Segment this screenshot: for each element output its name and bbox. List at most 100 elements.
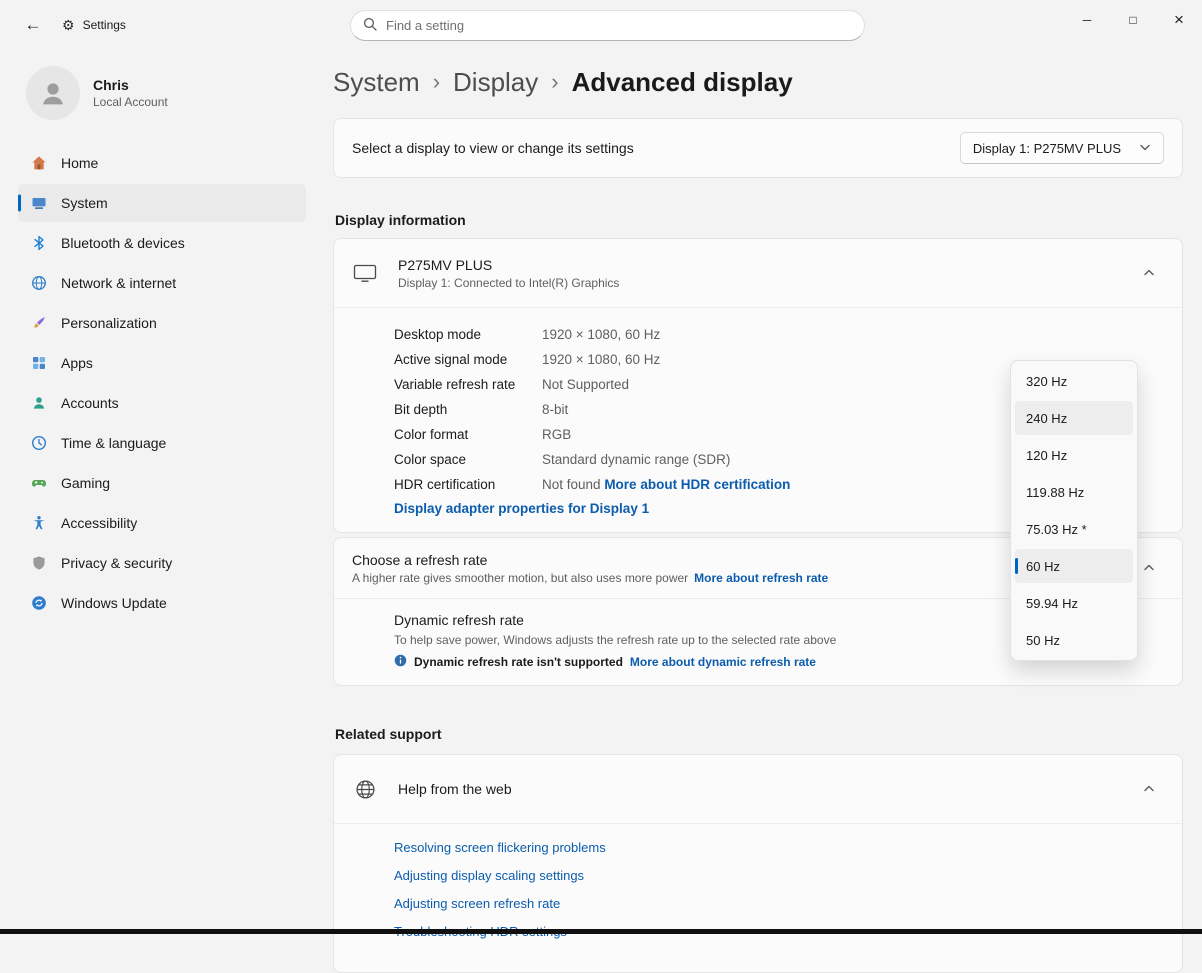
- search-box[interactable]: [350, 10, 865, 41]
- chevron-right-icon: ›: [551, 64, 558, 100]
- refresh-rate-option-59-94hz[interactable]: 59.94 Hz: [1015, 586, 1133, 620]
- sidebar-item-label: Apps: [61, 355, 93, 371]
- search-input[interactable]: [386, 18, 852, 33]
- breadcrumb-display[interactable]: Display: [453, 64, 538, 100]
- window-controls: ─ □ ×: [1064, 0, 1202, 40]
- breadcrumb: System › Display › Advanced display: [333, 64, 1183, 100]
- more-about-refresh-rate-link[interactable]: More about refresh rate: [694, 571, 828, 585]
- profile-account-type: Local Account: [93, 95, 168, 109]
- help-link-screen-refresh-rate[interactable]: Adjusting screen refresh rate: [394, 896, 1164, 911]
- refresh-rate-text: Choose a refresh rate A higher rate give…: [352, 552, 828, 585]
- sidebar-item-windows-update[interactable]: Windows Update: [18, 584, 306, 622]
- chevron-right-icon: ›: [433, 64, 440, 100]
- avatar: [26, 66, 80, 120]
- display-selector-dropdown[interactable]: Display 1: P275MV PLUS: [960, 132, 1164, 164]
- display-selector-value: Display 1: P275MV PLUS: [973, 141, 1121, 156]
- sidebar-item-system[interactable]: System: [18, 184, 306, 222]
- network-globe-icon: [30, 275, 47, 292]
- sidebar-item-accounts[interactable]: Accounts: [18, 384, 306, 422]
- sidebar-item-accessibility[interactable]: Accessibility: [18, 504, 306, 542]
- personalization-brush-icon: [30, 315, 47, 332]
- sidebar-item-label: Network & internet: [61, 275, 176, 291]
- refresh-rate-option-119-88hz[interactable]: 119.88 Hz: [1015, 475, 1133, 509]
- sidebar-item-label: Accounts: [61, 395, 119, 411]
- sidebar-item-label: Accessibility: [61, 515, 137, 531]
- chevron-down-icon: [1139, 141, 1151, 156]
- dynamic-refresh-status-text: Dynamic refresh rate isn't supported: [414, 655, 623, 669]
- display-information-header[interactable]: P275MV PLUS Display 1: Connected to Inte…: [334, 239, 1182, 307]
- sidebar-item-label: Bluetooth & devices: [61, 235, 185, 251]
- refresh-rate-option-50hz[interactable]: 50 Hz: [1015, 623, 1133, 657]
- hdr-certification-link[interactable]: More about HDR certification: [604, 477, 790, 492]
- app-identity: ⚙ Settings: [62, 17, 126, 34]
- selection-indicator: [18, 195, 21, 212]
- chevron-up-icon[interactable]: [1134, 774, 1164, 804]
- info-icon: [394, 654, 407, 670]
- titlebar: ← ⚙ Settings ─ □ ×: [0, 0, 1202, 50]
- section-related-support: Related support: [335, 726, 1181, 742]
- home-icon: [30, 155, 47, 172]
- back-button[interactable]: ←: [14, 9, 52, 41]
- more-about-dynamic-refresh-rate-link[interactable]: More about dynamic refresh rate: [630, 655, 816, 669]
- sidebar-item-label: Home: [61, 155, 98, 171]
- option-label: 75.03 Hz *: [1026, 522, 1087, 537]
- sidebar-item-gaming[interactable]: Gaming: [18, 464, 306, 502]
- refresh-rate-subtitle-text: A higher rate gives smoother motion, but…: [352, 571, 688, 585]
- sidebar-item-label: Gaming: [61, 475, 110, 491]
- user-profile[interactable]: Chris Local Account: [26, 66, 320, 120]
- accounts-person-icon: [30, 395, 47, 412]
- monitor-icon: [352, 263, 378, 283]
- sidebar-item-network-internet[interactable]: Network & internet: [18, 264, 306, 302]
- minimize-button[interactable]: ─: [1064, 0, 1110, 40]
- maximize-button[interactable]: □: [1110, 0, 1156, 40]
- sidebar-item-home[interactable]: Home: [18, 144, 306, 182]
- sidebar-item-personalization[interactable]: Personalization: [18, 304, 306, 342]
- apps-grid-icon: [30, 355, 47, 372]
- detail-label: HDR certification: [394, 477, 542, 492]
- close-button[interactable]: ×: [1156, 0, 1202, 40]
- display-adapter-properties-link[interactable]: Display adapter properties for Display 1: [394, 501, 649, 516]
- detail-label: Desktop mode: [394, 327, 542, 342]
- update-icon: [30, 595, 47, 612]
- monitor-subtitle: Display 1: Connected to Intel(R) Graphic…: [398, 276, 619, 290]
- sidebar-item-label: Privacy & security: [61, 555, 172, 571]
- refresh-rate-option-75-03hz[interactable]: 75.03 Hz *: [1015, 512, 1133, 546]
- globe-icon: [352, 779, 378, 800]
- sidebar-item-apps[interactable]: Apps: [18, 344, 306, 382]
- refresh-rate-flyout: 320 Hz 240 Hz 120 Hz 119.88 Hz 75.03 Hz …: [1010, 360, 1138, 661]
- option-label: 60 Hz: [1026, 559, 1060, 574]
- display-selector-label: Select a display to view or change its s…: [352, 140, 634, 156]
- refresh-rate-title: Choose a refresh rate: [352, 552, 828, 568]
- system-icon: [30, 195, 47, 212]
- refresh-rate-subtitle: A higher rate gives smoother motion, but…: [352, 571, 828, 585]
- detail-label: Active signal mode: [394, 352, 542, 367]
- monitor-name: P275MV PLUS: [398, 257, 619, 273]
- help-card-title: Help from the web: [398, 781, 512, 797]
- taskbar-edge: [0, 929, 1202, 934]
- help-link-screen-flickering[interactable]: Resolving screen flickering problems: [394, 840, 1164, 855]
- help-link-display-scaling[interactable]: Adjusting display scaling settings: [394, 868, 1164, 883]
- section-display-information: Display information: [335, 212, 1181, 228]
- refresh-rate-option-120hz[interactable]: 120 Hz: [1015, 438, 1133, 472]
- monitor-text: P275MV PLUS Display 1: Connected to Inte…: [398, 257, 619, 290]
- chevron-up-icon[interactable]: [1134, 553, 1164, 583]
- sidebar-item-label: Personalization: [61, 315, 157, 331]
- option-label: 320 Hz: [1026, 374, 1067, 389]
- refresh-rate-option-60hz[interactable]: 60 Hz: [1015, 549, 1133, 583]
- detail-label: Bit depth: [394, 402, 542, 417]
- sidebar-item-bluetooth-devices[interactable]: Bluetooth & devices: [18, 224, 306, 262]
- refresh-rate-option-320hz[interactable]: 320 Hz: [1015, 364, 1133, 398]
- chevron-up-icon[interactable]: [1134, 258, 1164, 288]
- option-label: 50 Hz: [1026, 633, 1060, 648]
- detail-value: 1920 × 1080, 60 Hz: [542, 327, 1164, 342]
- refresh-rate-option-240hz[interactable]: 240 Hz: [1015, 401, 1133, 435]
- help-card-header[interactable]: Help from the web: [334, 755, 1182, 823]
- help-card: Help from the web Resolving screen flick…: [333, 754, 1183, 973]
- sidebar-item-privacy-security[interactable]: Privacy & security: [18, 544, 306, 582]
- option-label: 59.94 Hz: [1026, 596, 1078, 611]
- breadcrumb-system[interactable]: System: [333, 64, 420, 100]
- sidebar-item-time-language[interactable]: Time & language: [18, 424, 306, 462]
- accessibility-person-icon: [30, 515, 47, 532]
- sidebar-item-label: Time & language: [61, 435, 166, 451]
- detail-label: Color space: [394, 452, 542, 467]
